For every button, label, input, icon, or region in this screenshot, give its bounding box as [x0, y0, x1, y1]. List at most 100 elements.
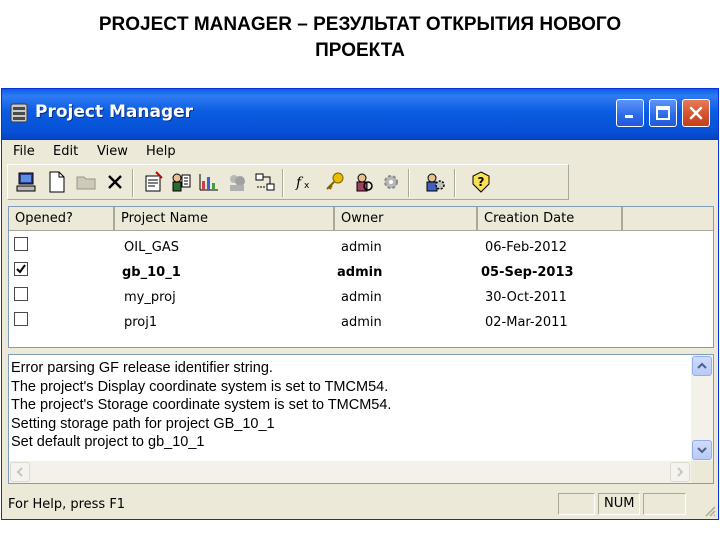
user-search-icon: [356, 173, 373, 192]
user-settings-button[interactable]: [422, 169, 448, 195]
creation-date-cell: 06-Feb-2012: [485, 240, 568, 255]
column-header-owner[interactable]: Owner: [335, 207, 478, 231]
network-button[interactable]: [252, 169, 278, 195]
computer-icon: [16, 172, 36, 192]
function-icon: fx: [295, 175, 310, 191]
project-name-cell: gb_10_1: [122, 265, 181, 280]
column-header-filler: [623, 207, 713, 231]
properties-icon: [145, 171, 163, 192]
connect-button[interactable]: [14, 169, 40, 195]
column-header-opened[interactable]: Opened?: [9, 207, 115, 231]
chart-button[interactable]: [196, 169, 222, 195]
log-line: The project's Display coordinate system …: [11, 378, 389, 395]
svg-text:x: x: [304, 181, 310, 191]
column-header-project-name[interactable]: Project Name: [115, 207, 335, 231]
svg-text:?: ?: [478, 175, 485, 189]
log-lines: Error parsing GF release identifier stri…: [11, 359, 681, 452]
new-document-icon: [49, 171, 65, 193]
table-row[interactable]: my_proj admin 30-Oct-2011: [9, 286, 713, 310]
users-button[interactable]: [168, 169, 194, 195]
window-titlebar[interactable]: Project Manager: [2, 89, 718, 140]
log-line: The project's Storage coordinate system …: [11, 397, 392, 413]
open-project-button[interactable]: [74, 169, 100, 195]
settings-icon: [384, 175, 398, 189]
toolbar: fx ?: [7, 164, 569, 200]
scroll-right-button[interactable]: [670, 462, 690, 482]
resize-grip-icon[interactable]: [704, 505, 716, 517]
close-icon: [689, 106, 703, 120]
menu-file[interactable]: File: [13, 144, 35, 159]
status-panel-empty: [643, 493, 686, 515]
project-name-cell: my_proj: [124, 290, 176, 305]
toolbar-separator: [454, 169, 456, 197]
delete-project-button[interactable]: [102, 169, 128, 195]
opened-checkbox[interactable]: [14, 237, 28, 251]
creation-date-cell: 30-Oct-2011: [485, 290, 567, 305]
vertical-scrollbar[interactable]: [691, 355, 713, 461]
log-line: Setting storage path for project GB_10_1: [11, 415, 275, 432]
creation-date-cell: 05-Sep-2013: [481, 265, 574, 280]
log-line: Set default project to gb_10_1: [11, 434, 205, 450]
properties-button[interactable]: [140, 169, 166, 195]
chevron-down-icon: [697, 447, 707, 454]
log-line: Error parsing GF release identifier stri…: [11, 360, 273, 376]
new-project-button[interactable]: [44, 169, 70, 195]
open-folder-icon: [76, 176, 96, 190]
opened-checkbox[interactable]: [14, 287, 28, 301]
owner-cell: admin: [337, 265, 383, 280]
creation-date-cell: 02-Mar-2011: [485, 315, 568, 330]
scroll-up-button[interactable]: [692, 356, 712, 376]
group-button[interactable]: [224, 169, 250, 195]
message-log[interactable]: Error parsing GF release identifier stri…: [8, 354, 714, 484]
checkmark-icon: [16, 264, 26, 274]
slide-title-line2: ПРОЕКТА: [315, 40, 405, 61]
status-help-text: For Help, press F1: [8, 497, 126, 512]
minimize-icon: [625, 115, 633, 118]
project-list: Opened? Project Name Owner Creation Date…: [8, 206, 714, 348]
chart-icon: [199, 174, 218, 191]
menu-view[interactable]: View: [97, 144, 128, 159]
owner-cell: admin: [341, 315, 382, 330]
menu-help[interactable]: Help: [146, 144, 176, 159]
table-row[interactable]: gb_10_1 admin 05-Sep-2013: [9, 261, 713, 285]
chevron-left-icon: [16, 467, 23, 477]
menu-edit[interactable]: Edit: [53, 144, 78, 159]
svg-text:f: f: [295, 175, 304, 191]
chevron-up-icon: [697, 362, 707, 369]
table-row[interactable]: proj1 admin 02-Mar-2011: [9, 311, 713, 335]
maximize-icon: [656, 106, 670, 120]
chevron-right-icon: [677, 467, 684, 477]
function-button[interactable]: fx: [294, 169, 320, 195]
group-icon: [230, 175, 245, 191]
horizontal-scrollbar[interactable]: [9, 461, 691, 483]
project-name-cell: proj1: [124, 315, 158, 330]
scroll-left-button[interactable]: [10, 462, 30, 482]
toolbar-separator: [132, 169, 134, 197]
help-icon: ?: [472, 171, 490, 193]
help-button[interactable]: ?: [468, 169, 494, 195]
scroll-down-button[interactable]: [692, 440, 712, 460]
project-name-cell: OIL_GAS: [124, 240, 180, 255]
user-search-button[interactable]: [350, 169, 376, 195]
maximize-button[interactable]: [649, 99, 677, 127]
scroll-corner: [691, 461, 713, 483]
close-button[interactable]: [682, 99, 710, 127]
table-row[interactable]: OIL_GAS admin 06-Feb-2012: [9, 236, 713, 260]
database-icon: [10, 103, 28, 123]
status-panel-num: NUM: [598, 493, 640, 515]
settings-button[interactable]: [378, 169, 404, 195]
column-header-creation-date[interactable]: Creation Date: [478, 207, 623, 231]
slide-title-line1: PROJECT MANAGER – РЕЗУЛЬТАТ ОТКРЫТИЯ НОВ…: [98, 14, 622, 35]
opened-checkbox[interactable]: [14, 262, 28, 276]
project-manager-window: Project Manager File Edit View Help f x …: [1, 88, 719, 520]
owner-cell: admin: [341, 290, 382, 305]
user-gear-icon: [426, 173, 445, 192]
status-panel-empty: [558, 493, 595, 515]
toolbar-separator: [408, 169, 410, 197]
opened-checkbox[interactable]: [14, 312, 28, 326]
key-button[interactable]: [322, 169, 348, 195]
menu-bar: File Edit View Help: [2, 141, 718, 163]
status-bar: For Help, press F1 NUM: [2, 490, 718, 519]
network-icon: [255, 173, 275, 191]
minimize-button[interactable]: [616, 99, 644, 127]
